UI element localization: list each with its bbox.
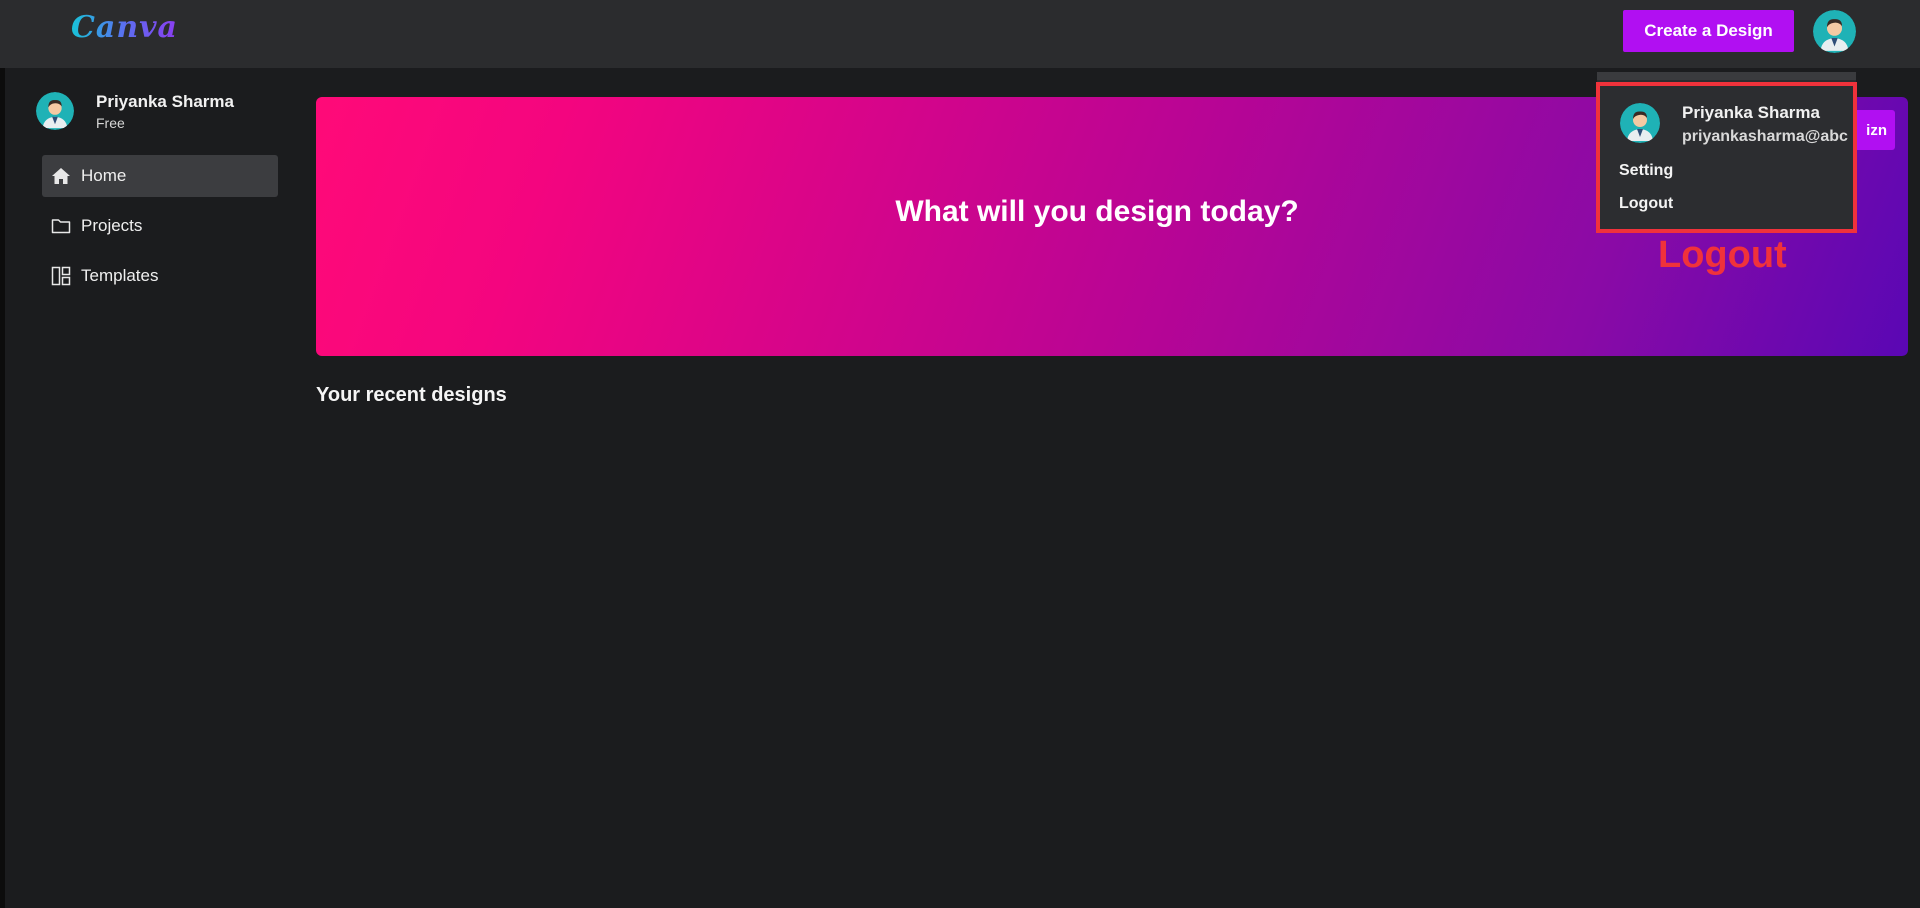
create-design-button[interactable]: Create a Design [1623,10,1794,52]
user-avatar-button[interactable] [1813,10,1856,53]
sidebar-item-home[interactable]: Home [42,155,278,197]
sidebar-item-label: Home [81,166,127,185]
recent-designs-title: Your recent designs [316,384,507,406]
canva-logo[interactable]: Canva [71,10,178,45]
avatar-icon [36,92,74,130]
top-bar: Canva Create a Design [0,0,1920,68]
sidebar-item-templates[interactable]: Templates [42,255,278,297]
home-icon [51,166,71,186]
sidebar-item-projects[interactable]: Projects [42,205,278,247]
annotation-label: Logout [1658,234,1787,276]
folder-icon [51,216,71,236]
profile-avatar [36,92,74,130]
sidebar-item-label: Projects [81,216,143,235]
avatar-icon [1813,10,1856,53]
profile-name: Priyanka Sharma [96,92,234,111]
window-edge [0,0,5,908]
sidebar-item-label: Templates [81,266,159,285]
profile-plan: Free [96,115,125,131]
highlight-box [1596,82,1857,233]
templates-icon [51,266,71,286]
hero-title: What will you design today? [895,194,1299,228]
